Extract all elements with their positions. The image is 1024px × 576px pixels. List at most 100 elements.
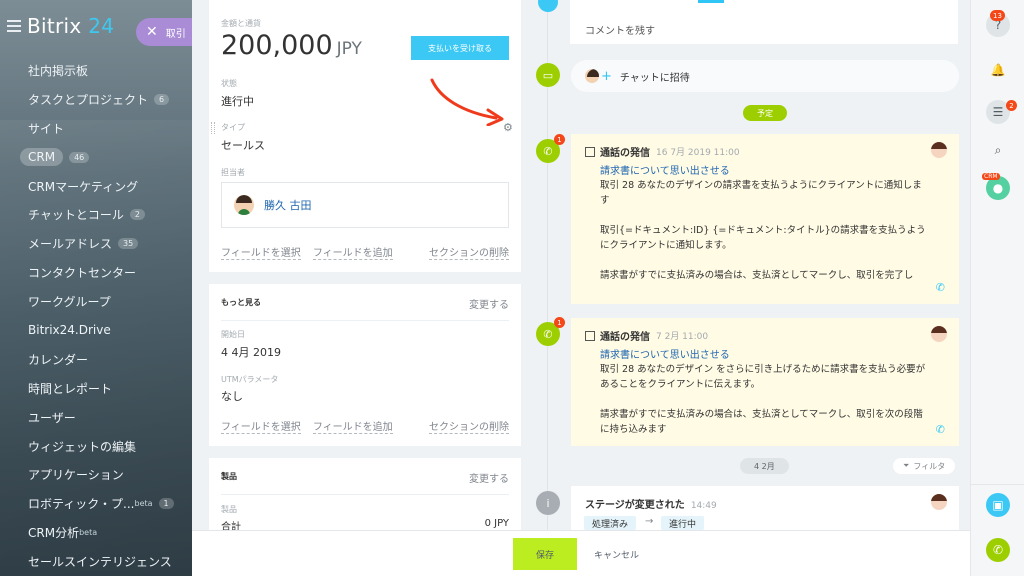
chat-invite-label: チャットに招待 (619, 72, 690, 84)
beta-tag: beta (134, 499, 153, 509)
call-title[interactable]: 通話の発信 (600, 328, 650, 343)
comment-box[interactable]: コメントを残す (570, 0, 958, 44)
divider (221, 320, 509, 321)
call-title[interactable]: 通話の発信 (600, 144, 650, 159)
sidebar-item-label: ユーザー (28, 410, 76, 425)
deal-info-card: 金額と通貨 200,000 JPY 支払いを受け取る 状態 進行中 タイプ セール… (209, 0, 521, 272)
sidebar-item[interactable]: セールスインテリジェンス (0, 547, 192, 576)
start-date-value[interactable]: 4 4月 2019 (221, 344, 281, 360)
call-time: 7 2月 11:00 (656, 332, 709, 342)
delete-section-link[interactable]: セクションの削除 (429, 418, 509, 434)
call-description: 取引 28 あなたのデザイン をさらに引き上げるために請求書を支払う必要があるこ… (600, 364, 926, 435)
products-label: 製品 (221, 505, 237, 514)
beta-tag: beta (79, 528, 98, 538)
sidebar-item-label: カレンダー (28, 352, 89, 367)
save-button[interactable]: 保存 (513, 538, 577, 570)
start-date-label: 開始日 (221, 330, 245, 339)
sidebar-item[interactable]: ウィジェットの編集 (0, 432, 192, 461)
sidebar-item-label: CRM分析 (28, 526, 80, 541)
sidebar-item[interactable]: メールアドレス 35 (0, 229, 192, 258)
avatar (585, 69, 599, 83)
sidebar-item[interactable]: カレンダー (0, 345, 192, 374)
complete-checkbox[interactable] (585, 146, 595, 157)
left-sidebar: Bitrix 24 社内掲示板 タスクとプロジェクト 6 サイト CRM 46 CRMマーケ… (0, 0, 192, 576)
sidebar-item-label: アプリケーション (28, 468, 124, 483)
call-badge: 1 (554, 317, 565, 328)
add-field-link[interactable]: フィールドを追加 (312, 244, 393, 260)
sidebar-item[interactable]: コンタクトセンター (0, 258, 192, 287)
filter-button[interactable]: ⏷ フィルタ (893, 458, 956, 474)
sidebar-item[interactable]: CRM 46 (0, 143, 192, 172)
sidebar-item-label: CRMマーケティング (28, 179, 139, 194)
sidebar-item[interactable]: サイト (0, 114, 192, 143)
more-card-links: フィールドを選択 フィールドを追加 セクションの削除 (221, 418, 509, 434)
timeline-dot (538, 0, 558, 12)
avatar (931, 142, 947, 158)
sidebar-item[interactable]: ワークグループ (0, 287, 192, 316)
add-field-link[interactable]: フィールドを追加 (312, 418, 393, 434)
phone-icon[interactable]: ✆ (936, 423, 945, 436)
call-icon[interactable]: ✆ (986, 538, 1010, 562)
complete-checkbox[interactable] (585, 330, 595, 341)
more-card-edit-link[interactable]: 変更する (469, 296, 509, 311)
search-icon[interactable]: ⌕ (986, 138, 1010, 162)
sidebar-item[interactable]: 社内掲示板 (0, 56, 192, 85)
sidebar-item[interactable]: 時間とレポート (0, 374, 192, 403)
call-card-head: 通話の発信 7 2月 11:00 (585, 328, 708, 343)
logo[interactable]: Bitrix 24 (27, 14, 114, 38)
sidebar-item-label: チャットとコール (28, 208, 124, 223)
comment-input[interactable]: コメントを残す (585, 22, 655, 37)
contact-center-icon[interactable]: ▣ (986, 493, 1010, 517)
stage-to-tag: 進行中 (661, 516, 705, 530)
sidebar-item[interactable]: タスクとプロジェクト 6 (0, 85, 192, 114)
sidebar-item[interactable]: アプリケーション (0, 460, 192, 489)
call-time: 16 7月 2019 11:00 (656, 148, 740, 158)
sidebar-item-label: ワークグループ (28, 295, 111, 310)
amount-label: 金額と通貨 (221, 19, 261, 28)
assignee-name[interactable]: 勝久 古田 (264, 197, 312, 213)
sidebar-item-label: 時間とレポート (28, 381, 113, 396)
menu-burger-icon[interactable] (7, 20, 21, 32)
stage-change-title: ステージが変更された 14:49 (585, 500, 717, 511)
drag-handle-icon[interactable] (211, 122, 215, 134)
crm-tag: CRM (982, 173, 1000, 180)
call-activity-card: 通話の発信 16 7月 2019 11:00 請求書について思い出させる 取引 … (571, 134, 959, 304)
products-card-edit-link[interactable]: 変更する (469, 470, 509, 485)
sidebar-item-label: セールスインテリジェンス (28, 555, 172, 570)
info-icon: i (536, 491, 560, 515)
sidebar-item-label: CRM (20, 148, 64, 167)
delete-section-link[interactable]: セクションの削除 (429, 244, 509, 260)
sidebar-item-badge: 35 (118, 238, 139, 250)
main-menu: 社内掲示板 タスクとプロジェクト 6 サイト CRM 46 CRMマーケティング チャットとコ… (0, 56, 192, 576)
receive-payment-button[interactable]: 支払いを受け取る (411, 36, 509, 60)
chat-invite-button[interactable]: + チャットに招待 (571, 60, 959, 92)
status-value[interactable]: 進行中 (221, 93, 254, 109)
cancel-button[interactable]: キャンセル (594, 538, 639, 570)
sidebar-item[interactable]: ロボティック・プ... beta 1 (0, 489, 192, 518)
select-field-link[interactable]: フィールドを選択 (221, 244, 301, 260)
close-icon[interactable]: ✕ (146, 24, 158, 40)
bell-icon[interactable]: 🔔 (986, 58, 1010, 82)
select-field-link[interactable]: フィールドを選択 (221, 418, 301, 434)
phone-icon[interactable]: ✆ (936, 281, 945, 294)
sidebar-item[interactable]: ユーザー (0, 403, 192, 432)
type-value[interactable]: セールス (221, 137, 265, 153)
utm-label: UTMパラメータ (221, 375, 279, 384)
sidebar-item-label: コンタクトセンター (28, 266, 137, 281)
call-card-head: 通話の発信 16 7月 2019 11:00 (585, 144, 740, 159)
utm-value[interactable]: なし (221, 388, 243, 404)
sidebar-item[interactable]: CRM分析 beta (0, 518, 192, 547)
sidebar-item-label: ロボティック・プ... (28, 497, 135, 512)
total-value: 0 JPY (484, 518, 509, 529)
assignee-box[interactable]: 勝久 古田 (221, 182, 509, 228)
sidebar-item[interactable]: チャットとコール 2 (0, 200, 192, 229)
sidebar-item[interactable]: CRMマーケティング (0, 172, 192, 201)
call-subject-link[interactable]: 請求書について思い出させる (600, 162, 730, 177)
call-subject-link[interactable]: 請求書について思い出させる (600, 346, 730, 361)
active-tab-underline (698, 0, 724, 3)
products-card-title: 製品 (221, 472, 237, 481)
more-card: もっと見る 変更する 開始日 4 4月 2019 UTMパラメータ なし フィー… (209, 284, 521, 446)
month-pill: 4 2月 (740, 458, 789, 474)
sidebar-item[interactable]: Bitrix24.Drive (0, 316, 192, 345)
planned-pill: 予定 (743, 105, 787, 121)
